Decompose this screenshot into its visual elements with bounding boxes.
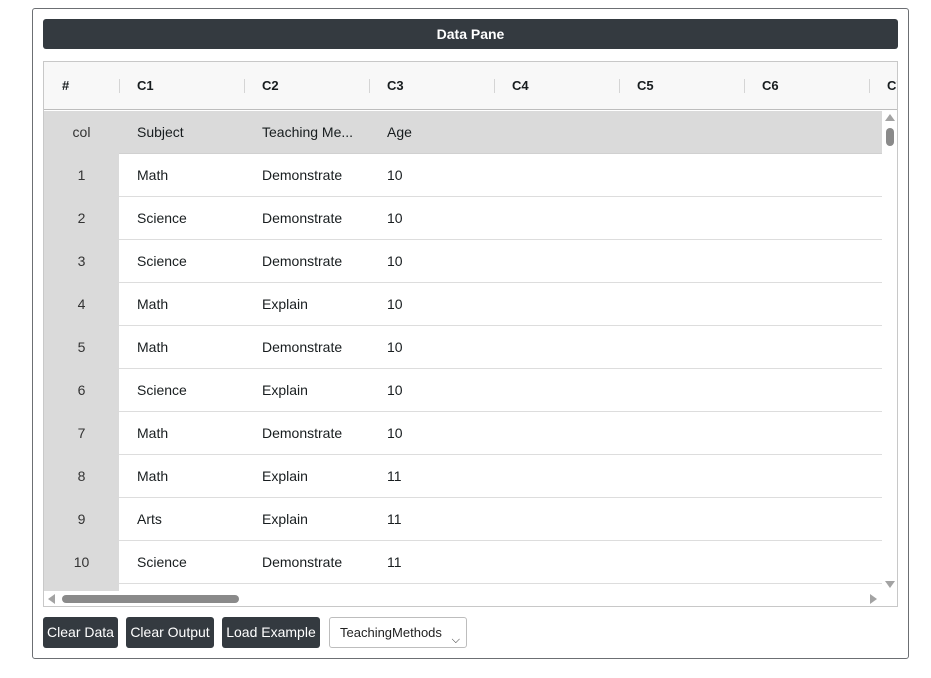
row-number: 5 bbox=[44, 326, 119, 369]
variable-label-row[interactable]: col Subject Teaching Me... Age bbox=[44, 111, 882, 154]
row-number: 1 bbox=[44, 154, 119, 197]
column-separator[interactable] bbox=[244, 79, 245, 93]
cell-c3[interactable]: 10 bbox=[387, 369, 487, 412]
cell-c2[interactable]: Demonstrate bbox=[262, 412, 374, 455]
column-separator[interactable] bbox=[619, 79, 620, 93]
row-number: 10 bbox=[44, 541, 119, 584]
row-number: 9 bbox=[44, 498, 119, 541]
row-number: 3 bbox=[44, 240, 119, 283]
column-header-rownum[interactable]: # bbox=[62, 62, 69, 110]
cell-c1[interactable]: Science bbox=[137, 240, 247, 283]
cell-c3[interactable]: 10 bbox=[387, 283, 487, 326]
scroll-up-icon[interactable] bbox=[885, 114, 895, 121]
cell-c1[interactable]: Math bbox=[137, 412, 247, 455]
grid-body: col Subject Teaching Me... Age 1 Math De… bbox=[44, 111, 882, 591]
column-header-c4[interactable]: C4 bbox=[512, 62, 529, 110]
cell-c1[interactable]: Science bbox=[137, 197, 247, 240]
cell-c1[interactable]: Arts bbox=[137, 498, 247, 541]
row-number: col bbox=[44, 111, 119, 154]
cell-c1[interactable]: Math bbox=[137, 326, 247, 369]
scroll-left-icon[interactable] bbox=[48, 594, 55, 604]
column-separator[interactable] bbox=[869, 79, 870, 93]
cell-c3[interactable]: 11 bbox=[387, 455, 487, 498]
cell-c1[interactable]: Science bbox=[137, 369, 247, 412]
grid-header-row: # C1 C2 C3 C4 C5 C6 C7 bbox=[44, 62, 897, 110]
cell-c3[interactable]: 11 bbox=[387, 498, 487, 541]
row-number: 7 bbox=[44, 412, 119, 455]
column-separator[interactable] bbox=[744, 79, 745, 93]
row-number: 6 bbox=[44, 369, 119, 412]
column-header-c2[interactable]: C2 bbox=[262, 62, 279, 110]
example-dataset-select[interactable]: TeachingMethods ⌵ bbox=[329, 617, 467, 648]
cell-c3[interactable]: 10 bbox=[387, 197, 487, 240]
row-number bbox=[44, 584, 119, 591]
cell-c3[interactable]: Age bbox=[387, 111, 487, 154]
table-row[interactable]: 8 Math Explain 11 bbox=[44, 455, 882, 498]
clear-output-button[interactable]: Clear Output bbox=[126, 617, 214, 648]
table-row[interactable]: 9 Arts Explain 11 bbox=[44, 498, 882, 541]
cell-c1[interactable]: Math bbox=[137, 455, 247, 498]
row-number: 4 bbox=[44, 283, 119, 326]
cell-c2[interactable]: Demonstrate bbox=[262, 541, 374, 584]
chevron-down-icon: ⌵ bbox=[451, 634, 460, 646]
column-header-c7[interactable]: C7 bbox=[887, 62, 897, 110]
cell-c1[interactable]: Math bbox=[137, 154, 247, 197]
cell-c2[interactable]: Explain bbox=[262, 369, 374, 412]
cell-c3[interactable]: 10 bbox=[387, 240, 487, 283]
example-dataset-select-value: TeachingMethods bbox=[340, 625, 442, 640]
cell-c1[interactable]: Math bbox=[137, 283, 247, 326]
cell-c2[interactable]: Explain bbox=[262, 498, 374, 541]
clear-data-button[interactable]: Clear Data bbox=[43, 617, 118, 648]
table-row[interactable]: 2 Science Demonstrate 10 bbox=[44, 197, 882, 240]
data-pane-title: Data Pane bbox=[43, 19, 898, 49]
cell-c2[interactable]: Demonstrate bbox=[262, 154, 374, 197]
column-separator[interactable] bbox=[494, 79, 495, 93]
scroll-down-icon[interactable] bbox=[885, 581, 895, 588]
column-header-c6[interactable]: C6 bbox=[762, 62, 779, 110]
cell-c2[interactable]: Teaching Me... bbox=[262, 111, 374, 154]
cell-c1[interactable]: Science bbox=[137, 541, 247, 584]
row-number: 2 bbox=[44, 197, 119, 240]
horizontal-scrollbar[interactable] bbox=[44, 591, 897, 606]
column-header-c1[interactable]: C1 bbox=[137, 62, 154, 110]
cell-c3[interactable]: 10 bbox=[387, 154, 487, 197]
column-separator[interactable] bbox=[369, 79, 370, 93]
column-header-c3[interactable]: C3 bbox=[387, 62, 404, 110]
horizontal-scroll-thumb[interactable] bbox=[62, 595, 239, 603]
cell-c2[interactable]: Explain bbox=[262, 283, 374, 326]
data-grid[interactable]: # C1 C2 C3 C4 C5 C6 C7 col Subject Teach… bbox=[43, 61, 898, 607]
table-row[interactable]: 3 Science Demonstrate 10 bbox=[44, 240, 882, 283]
table-row[interactable]: 1 Math Demonstrate 10 bbox=[44, 154, 882, 197]
vertical-scrollbar[interactable] bbox=[882, 111, 897, 591]
cell-c3[interactable]: 10 bbox=[387, 326, 487, 369]
table-row[interactable]: 4 Math Explain 10 bbox=[44, 283, 882, 326]
table-row[interactable] bbox=[44, 584, 882, 591]
table-row[interactable]: 5 Math Demonstrate 10 bbox=[44, 326, 882, 369]
table-row[interactable]: 7 Math Demonstrate 10 bbox=[44, 412, 882, 455]
cell-c2[interactable]: Demonstrate bbox=[262, 326, 374, 369]
cell-c3[interactable]: 10 bbox=[387, 412, 487, 455]
table-row[interactable]: 10 Science Demonstrate 11 bbox=[44, 541, 882, 584]
cell-c2[interactable]: Demonstrate bbox=[262, 197, 374, 240]
column-separator[interactable] bbox=[119, 79, 120, 93]
cell-c2[interactable]: Demonstrate bbox=[262, 240, 374, 283]
table-row[interactable]: 6 Science Explain 10 bbox=[44, 369, 882, 412]
cell-c2[interactable]: Explain bbox=[262, 455, 374, 498]
scroll-right-icon[interactable] bbox=[870, 594, 877, 604]
cell-c1[interactable]: Subject bbox=[137, 111, 247, 154]
data-pane-panel: Data Pane # C1 C2 C3 C4 C5 C6 C7 col Sub… bbox=[32, 8, 909, 659]
row-number: 8 bbox=[44, 455, 119, 498]
cell-c3[interactable]: 11 bbox=[387, 541, 487, 584]
column-header-c5[interactable]: C5 bbox=[637, 62, 654, 110]
load-example-button[interactable]: Load Example bbox=[222, 617, 320, 648]
vertical-scroll-thumb[interactable] bbox=[886, 128, 894, 146]
